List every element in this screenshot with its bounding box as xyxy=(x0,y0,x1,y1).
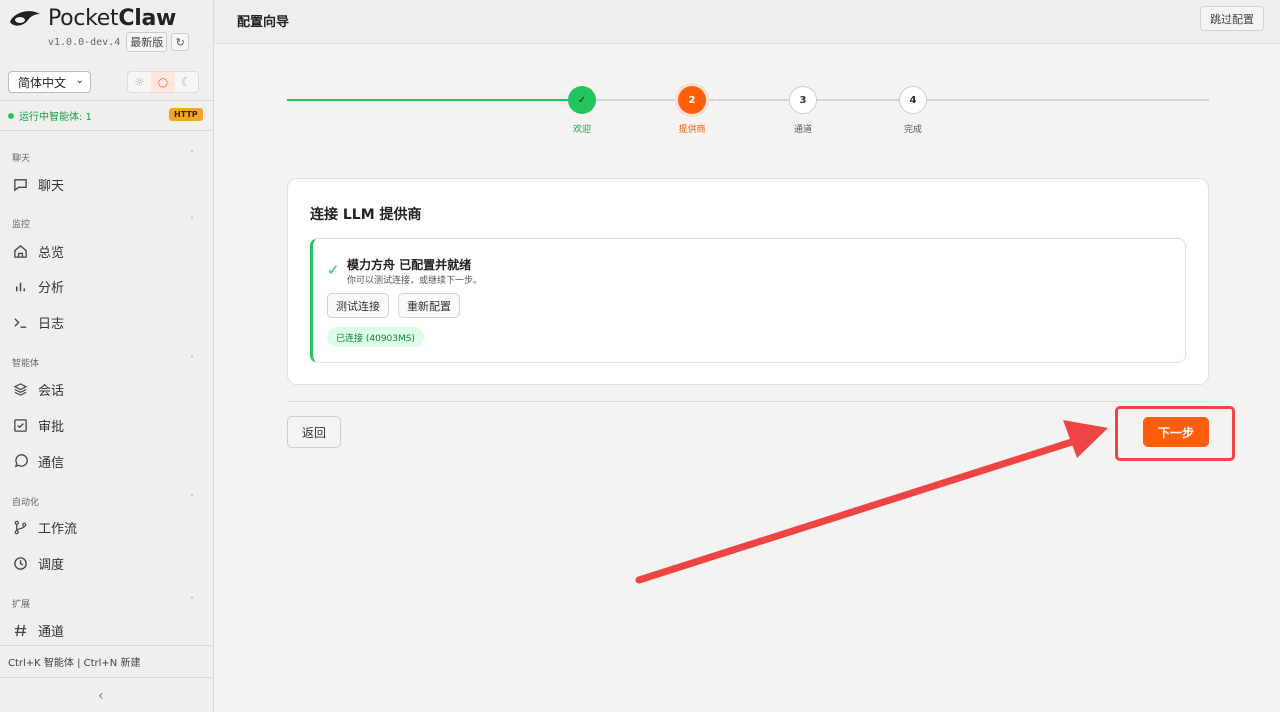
sidebar-item-chat[interactable]: 聊天 xyxy=(12,172,202,196)
card-title: 连接 LLM 提供商 xyxy=(310,207,422,223)
brand-name: PocketClaw xyxy=(48,6,177,31)
brand-header: PocketClaw v1.0.0-dev.4 最新版 ↻ xyxy=(8,4,208,52)
sidebar-item-sessions[interactable]: 会话 xyxy=(12,377,202,401)
layers-icon xyxy=(12,381,28,397)
sidebar-item-analytics[interactable]: 分析 xyxy=(12,274,202,298)
skip-setup-button[interactable]: 跳过配置 xyxy=(1200,6,1264,31)
bar-chart-icon xyxy=(12,278,28,294)
top-bar: 配置向导 跳过配置 xyxy=(214,0,1280,44)
version-label: v1.0.0-dev.4 xyxy=(48,36,121,48)
annotation-highlight-box xyxy=(1115,406,1235,461)
reconfigure-button[interactable]: 重新配置 xyxy=(398,293,460,318)
section-title-monitor: 监控 xyxy=(12,220,31,230)
claw-logo-icon xyxy=(10,11,40,26)
page-title: 配置向导 xyxy=(237,15,290,30)
step-1-marker: ✓ xyxy=(568,86,596,114)
step-4-marker: 4 xyxy=(899,86,927,114)
language-select[interactable]: 简体中文 ⌄ xyxy=(8,71,91,93)
sidebar-item-logs[interactable]: 日志 xyxy=(12,310,202,334)
provider-status-subtitle: 你可以测试连接，或继续下一步。 xyxy=(347,276,483,286)
chevron-up-icon[interactable]: ˄ xyxy=(190,494,194,503)
provider-status-panel: ✓ 模力方舟 已配置并就绪 你可以测试连接，或继续下一步。 测试连接 重新配置 … xyxy=(310,238,1186,363)
section-title-chat: 聊天 xyxy=(12,154,31,164)
system-theme-icon[interactable]: ○ xyxy=(151,72,175,92)
theme-toggle: ☼ ○ ☾ xyxy=(127,71,199,93)
step-3-marker: 3 xyxy=(789,86,817,114)
section-title-extensions: 扩展 xyxy=(12,600,31,610)
stepper-progress-line xyxy=(287,99,582,101)
sidebar: PocketClaw v1.0.0-dev.4 最新版 ↻ 简体中文 ⌄ ☼ ○… xyxy=(0,0,214,712)
step-2-marker: 2 xyxy=(678,86,706,114)
chevron-up-icon[interactable]: ˄ xyxy=(190,596,194,605)
checkbox-icon xyxy=(12,417,28,433)
shortcut-hint: Ctrl+K 智能体 | Ctrl+N 新建 xyxy=(8,658,141,669)
back-button[interactable]: 返回 xyxy=(287,416,341,448)
chevron-up-icon[interactable]: ˄ xyxy=(190,150,194,159)
http-badge: HTTP xyxy=(169,108,203,121)
chevron-up-icon[interactable]: ˄ xyxy=(190,216,194,225)
moon-icon[interactable]: ☾ xyxy=(175,72,198,92)
clock-icon xyxy=(12,555,28,571)
sidebar-item-overview[interactable]: 总览 xyxy=(12,239,202,263)
collapse-sidebar-icon[interactable]: ‹ xyxy=(98,688,104,704)
git-branch-icon xyxy=(12,519,28,535)
running-agents-status: 运行中智能体: 1 xyxy=(8,108,92,123)
section-title-automation: 自动化 xyxy=(12,498,40,508)
step-1-label: 欢迎 xyxy=(572,125,591,135)
check-icon: ✓ xyxy=(327,261,340,279)
home-icon xyxy=(12,243,28,259)
status-dot-icon xyxy=(8,112,14,119)
provider-status-title: 模力方舟 已配置并就绪 xyxy=(347,258,472,272)
chevron-down-icon: ⌄ xyxy=(75,75,84,86)
test-connection-button[interactable]: 测试连接 xyxy=(327,293,389,318)
terminal-icon xyxy=(12,314,28,330)
sidebar-item-channels[interactable]: 通道 xyxy=(12,618,202,642)
sidebar-item-workflow[interactable]: 工作流 xyxy=(12,515,202,539)
sidebar-item-approvals[interactable]: 审批 xyxy=(12,413,202,437)
refresh-icon[interactable]: ↻ xyxy=(171,33,190,51)
connection-status-badge: 已连接 (40903MS) xyxy=(327,327,424,347)
sun-icon[interactable]: ☼ xyxy=(128,72,151,92)
sidebar-item-schedule[interactable]: 调度 xyxy=(12,551,202,575)
provider-card: 连接 LLM 提供商 ✓ 模力方舟 已配置并就绪 你可以测试连接，或继续下一步。… xyxy=(287,178,1209,385)
chevron-up-icon[interactable]: ˄ xyxy=(190,355,194,364)
section-title-agents: 智能体 xyxy=(12,359,40,369)
step-3-label: 通道 xyxy=(793,125,812,135)
sidebar-item-communication[interactable]: 通信 xyxy=(12,449,202,473)
step-2-label: 提供商 xyxy=(678,125,706,135)
stepper-track-line xyxy=(582,99,1209,101)
message-circle-icon xyxy=(12,453,28,469)
footer-divider xyxy=(287,401,1209,402)
hash-icon xyxy=(12,622,28,638)
latest-badge: 最新版 xyxy=(126,32,168,52)
chat-bubble-icon xyxy=(12,176,28,192)
step-4-label: 完成 xyxy=(903,125,922,135)
